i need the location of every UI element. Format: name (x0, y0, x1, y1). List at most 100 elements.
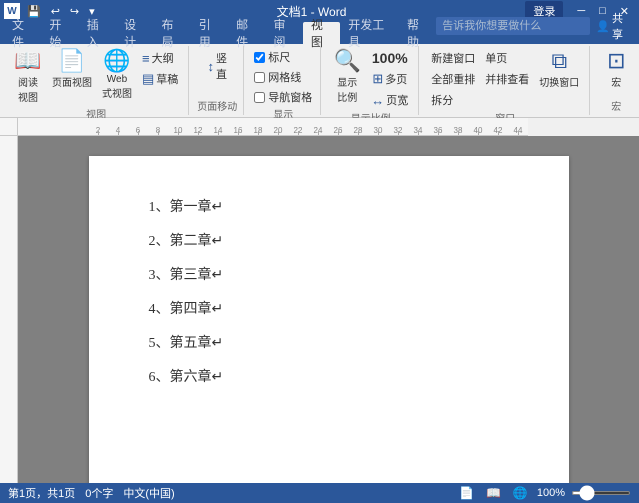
tab-design[interactable]: 设计 (116, 22, 153, 44)
arrange-all-button[interactable]: 全部重排 (427, 69, 479, 89)
zoom-button[interactable]: 🔍 显示比例 (329, 48, 365, 106)
page-width-button[interactable]: ↔ 页宽 (367, 90, 412, 110)
list-item: 6、第六章↵ (149, 366, 509, 386)
list-item: 5、第五章↵ (149, 332, 509, 352)
ribbon-group-macro: ⊡ 宏 宏 (592, 46, 639, 115)
main-area: 1、第一章↵ 2、第二章↵ 3、第三章↵ 4、第四章↵ 5、第五章↵ 6、第六章… (0, 136, 639, 483)
ruler-mark: 22 (288, 126, 308, 135)
zoom-level: 100% (537, 487, 565, 499)
macro-button[interactable]: ⊡ 宏 (598, 48, 634, 91)
ribbon-group-views: 📖 阅读视图 📄 页面视图 🌐 Web式视图 ≡ 大纲 ▤ 草稿 (4, 46, 189, 115)
vertical-scroll-button[interactable]: ↕ 竖直 (204, 48, 232, 84)
nav-pane-checkbox[interactable]: 导航窗格 (252, 88, 314, 106)
ruler-row: 2 4 6 8 10 12 14 16 18 20 22 24 26 28 30… (0, 118, 639, 136)
zoom-slider[interactable] (571, 491, 631, 495)
tab-view[interactable]: 视图 (303, 22, 340, 44)
draft-icon: ▤ (142, 71, 154, 87)
multipage-icon: ⊞ (372, 71, 383, 87)
ruler-mark: 36 (428, 126, 448, 135)
tab-references[interactable]: 引用 (191, 22, 228, 44)
word-count: 0个字 (85, 485, 113, 501)
web-view-icon: 🌐 (103, 50, 130, 72)
web-view-status-btn[interactable]: 🌐 (510, 485, 531, 501)
horizontal-ruler: 2 4 6 8 10 12 14 16 18 20 22 24 26 28 30… (18, 118, 528, 136)
reading-view-icon: 📖 (14, 50, 41, 72)
print-layout-btn[interactable]: 📄 (456, 485, 477, 501)
zoom-100-button[interactable]: 100% (368, 48, 412, 68)
tab-help[interactable]: 帮助 (399, 22, 436, 44)
ruler-checkbox-input[interactable] (254, 52, 265, 63)
document-area[interactable]: 1、第一章↵ 2、第二章↵ 3、第三章↵ 4、第四章↵ 5、第五章↵ 6、第六章… (18, 136, 639, 483)
window-col1: 新建窗口 全部重排 拆分 (427, 48, 479, 110)
ruler-mark: 32 (388, 126, 408, 135)
share-button[interactable]: 👤 共享 (590, 8, 635, 44)
side-by-side-button[interactable]: 并排查看 (481, 69, 533, 89)
window-col2: 单页 并排查看 (481, 48, 533, 89)
search-input[interactable] (436, 17, 590, 35)
group-window-content: 新建窗口 全部重排 拆分 单页 并排查看 ⧉ 切换窗口 (427, 48, 583, 110)
ruler-mark: 34 (408, 126, 428, 135)
list-item: 2、第二章↵ (149, 230, 509, 250)
tab-layout[interactable]: 布局 (153, 22, 190, 44)
ruler-mark: 4 (108, 126, 128, 135)
page-view-button[interactable]: 📄 页面视图 (48, 48, 96, 91)
list-item: 4、第四章↵ (149, 298, 509, 318)
page-view-icon: 📄 (58, 50, 85, 72)
group-macro-label: 宏 (611, 98, 621, 115)
ruler-mark: 26 (328, 126, 348, 135)
list-item: 1、第一章↵ (149, 196, 509, 216)
draft-button[interactable]: ▤ 草稿 (138, 69, 182, 89)
gridlines-checkbox-input[interactable] (254, 72, 265, 83)
reading-view-button[interactable]: 📖 阅读视图 (10, 48, 46, 106)
status-bar: 第1页，共1页 0个字 中文(中国) 📄 📖 🌐 100% (0, 483, 639, 503)
web-view-button[interactable]: 🌐 Web式视图 (98, 48, 136, 102)
group-views-content: 📖 阅读视图 📄 页面视图 🌐 Web式视图 ≡ 大纲 ▤ 草稿 (10, 48, 182, 106)
ribbon-group-window: 新建窗口 全部重排 拆分 单页 并排查看 ⧉ 切换窗口 (421, 46, 590, 115)
tab-insert[interactable]: 插入 (79, 22, 116, 44)
group-macro-content: ⊡ 宏 (598, 48, 634, 98)
page-width-icon: ↔ (371, 93, 384, 108)
zoom-icon: 🔍 (334, 50, 361, 72)
multipage-button[interactable]: ⊞ 多页 (368, 69, 411, 89)
ribbon-group-scroll: ↕ 竖直 页面移动 (191, 46, 244, 115)
ruler-mark: 18 (248, 126, 268, 135)
tab-file[interactable]: 文件 (4, 22, 41, 44)
gridlines-checkbox[interactable]: 网格线 (252, 68, 303, 86)
split-button[interactable]: 拆分 (427, 90, 479, 110)
document-page[interactable]: 1、第一章↵ 2、第二章↵ 3、第三章↵ 4、第四章↵ 5、第五章↵ 6、第六章… (89, 156, 569, 483)
ruler-marks: 2 4 6 8 10 12 14 16 18 20 22 24 26 28 30… (48, 118, 528, 135)
ruler-mark: 28 (348, 126, 368, 135)
switch-window-button[interactable]: ⧉ 切换窗口 (535, 48, 583, 91)
ruler-corner (0, 118, 18, 136)
ruler-mark: 16 (228, 126, 248, 135)
tab-review[interactable]: 审阅 (266, 22, 303, 44)
ruler-checkbox[interactable]: 标尺 (252, 48, 292, 66)
group-scroll-content: ↕ 竖直 (204, 48, 232, 98)
ruler-mark: 44 (508, 126, 528, 135)
tab-developer[interactable]: 开发工具 (340, 22, 399, 44)
tab-home[interactable]: 开始 (41, 22, 78, 44)
macro-icon: ⊡ (607, 50, 625, 72)
group-zoom-content: 🔍 显示比例 100% ⊞ 多页 ↔ 页宽 (329, 48, 412, 110)
vertical-icon: ↕ (208, 59, 215, 74)
ruler-mark: 10 (168, 126, 188, 135)
ruler-mark: 40 (468, 126, 488, 135)
reading-view-status-btn[interactable]: 📖 (483, 485, 504, 501)
list-item: 3、第三章↵ (149, 264, 509, 284)
ribbon-group-show: 标尺 网格线 导航窗格 显示 (246, 46, 321, 115)
tab-mailings[interactable]: 邮件 (228, 22, 265, 44)
page-info: 第1页，共1页 (8, 485, 75, 501)
ruler-mark: 12 (188, 126, 208, 135)
language: 中文(中国) (123, 485, 174, 501)
ruler-mark: 14 (208, 126, 228, 135)
new-window-button[interactable]: 新建窗口 (427, 48, 479, 68)
outline-button[interactable]: ≡ 大纲 (138, 48, 182, 68)
vertical-ruler (0, 136, 18, 483)
outline-draft-col: ≡ 大纲 ▤ 草稿 (138, 48, 182, 89)
ribbon-content: 📖 阅读视图 📄 页面视图 🌐 Web式视图 ≡ 大纲 ▤ 草稿 (0, 44, 639, 118)
ruler-mark: 24 (308, 126, 328, 135)
single-page-button[interactable]: 单页 (481, 48, 533, 68)
ruler-mark: 38 (448, 126, 468, 135)
nav-pane-checkbox-input[interactable] (254, 92, 265, 103)
status-bar-right: 📄 📖 🌐 100% (456, 485, 631, 501)
